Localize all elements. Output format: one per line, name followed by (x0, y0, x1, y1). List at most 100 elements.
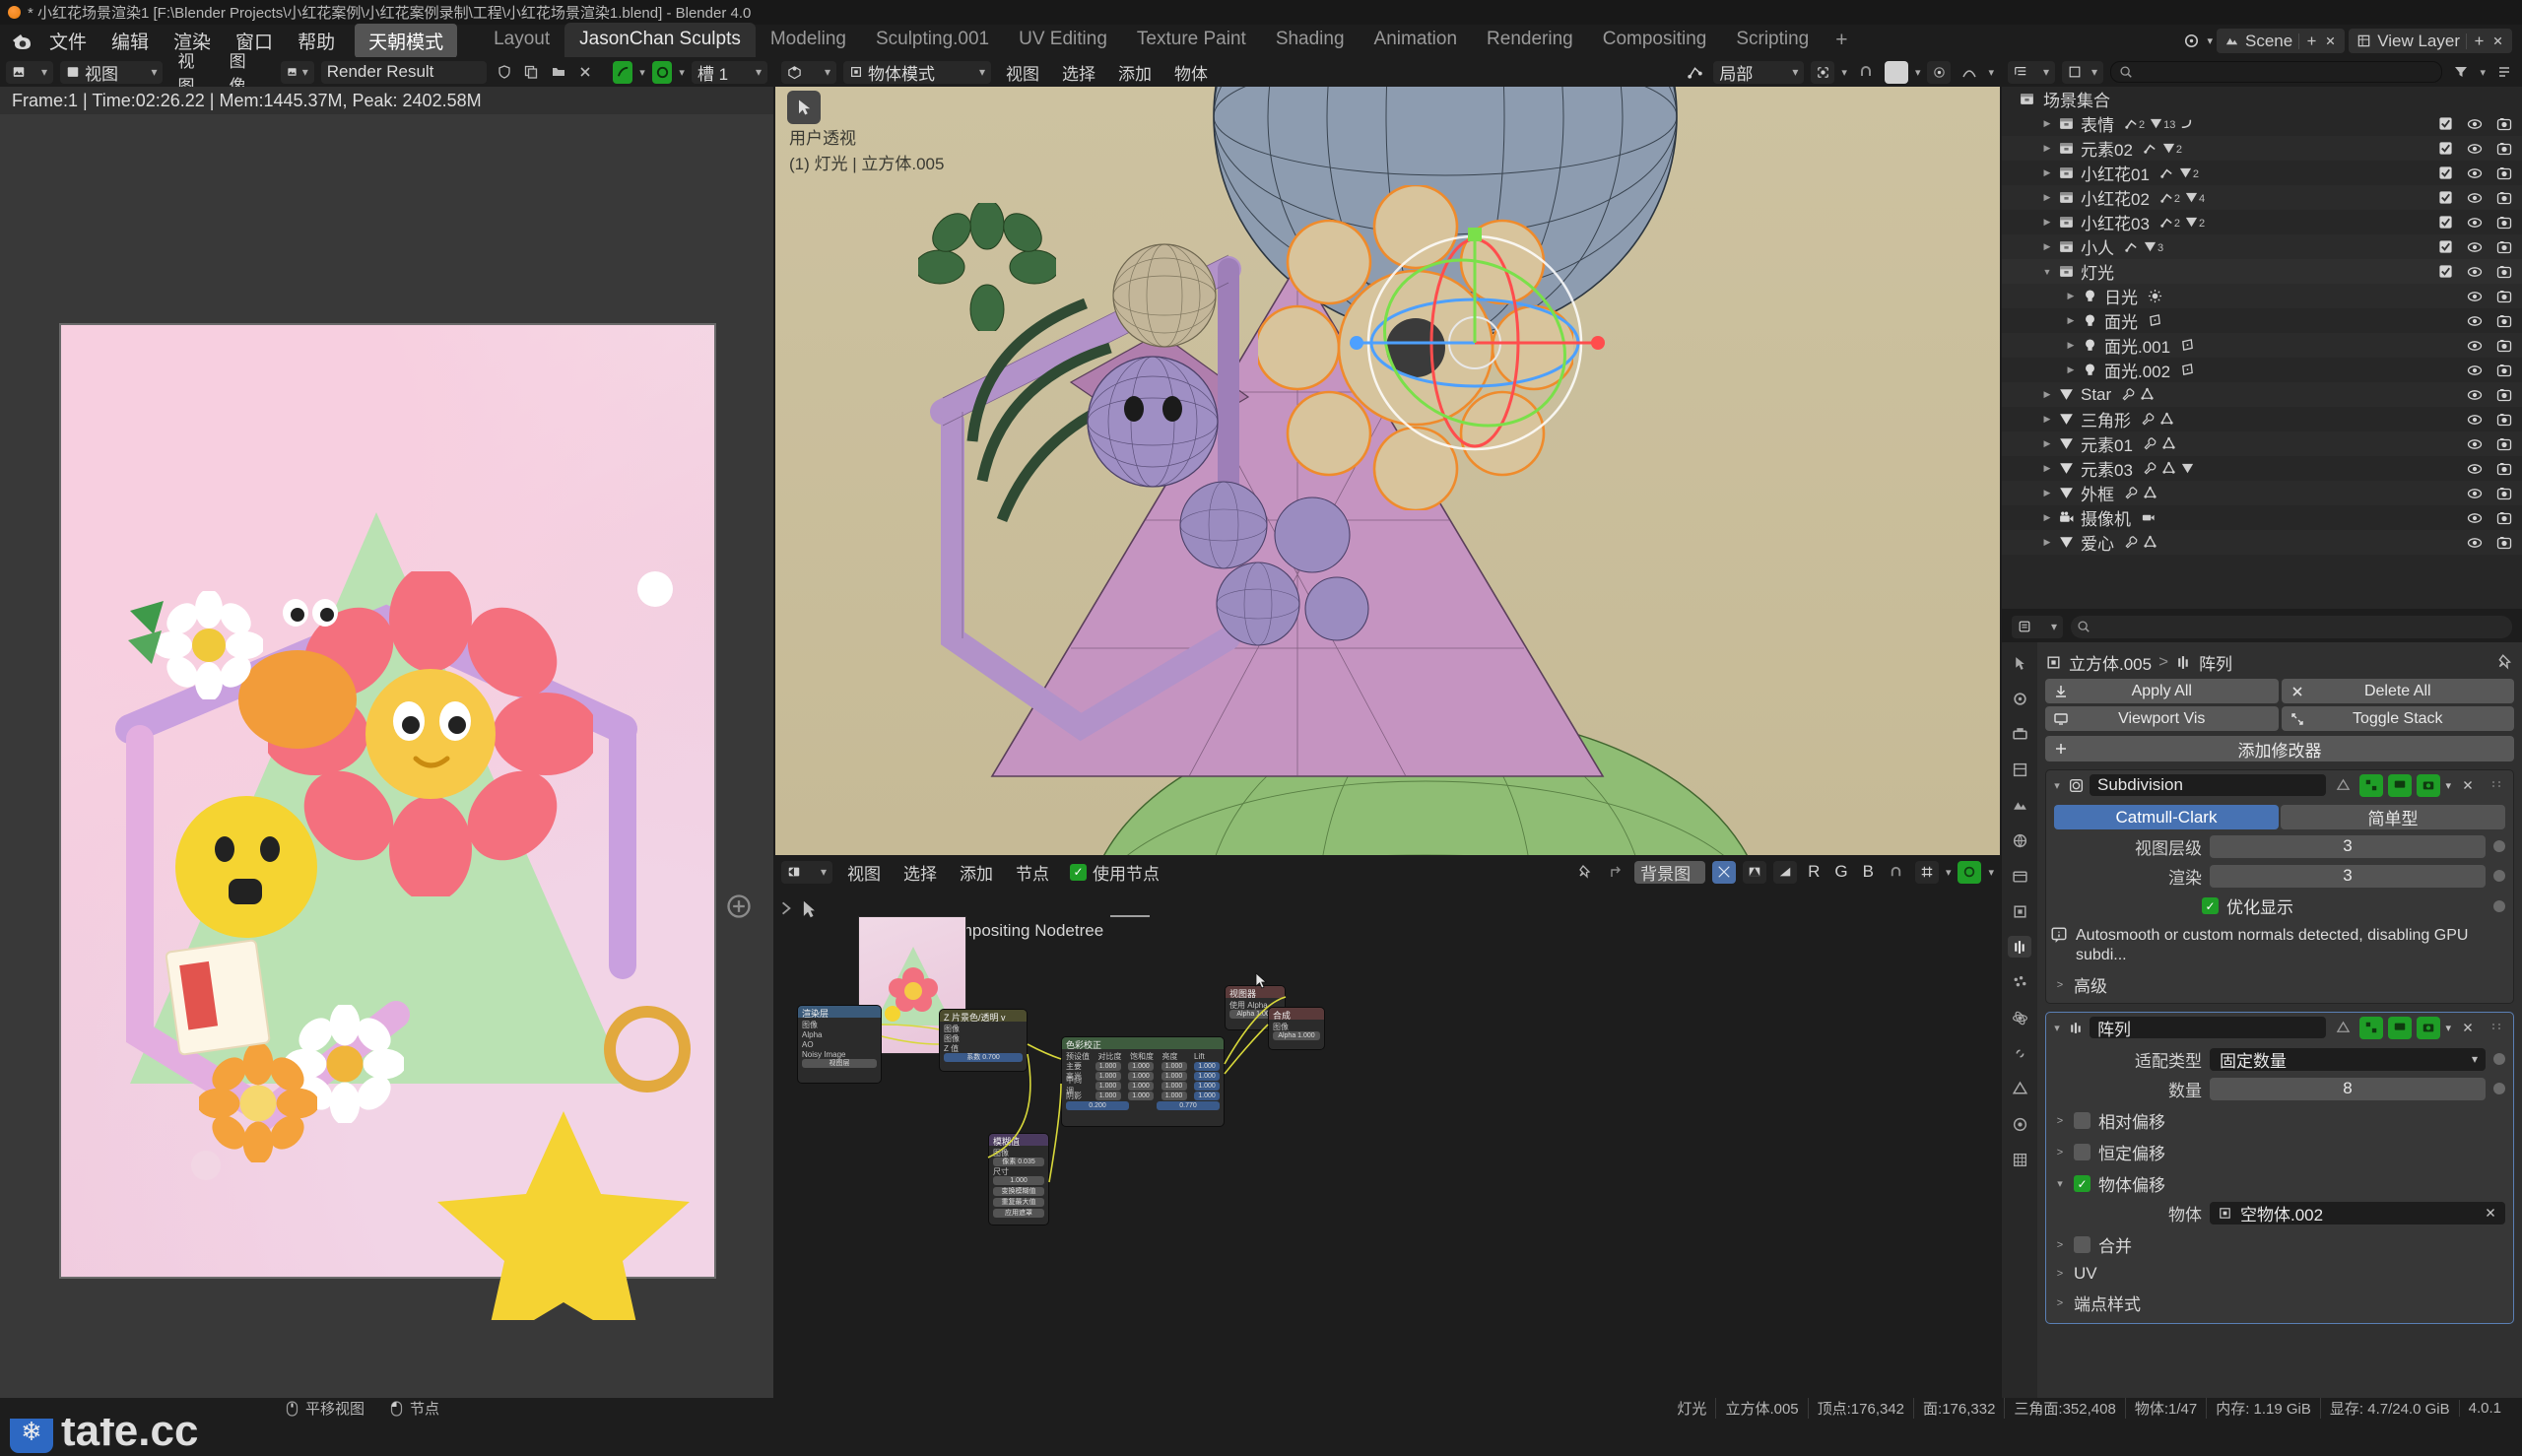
delete-modifier-icon[interactable] (2456, 774, 2480, 797)
chevron-down-icon[interactable]: ▾ (1988, 66, 1994, 79)
merge-checkbox-icon[interactable] (2074, 1236, 2091, 1253)
tab-data[interactable] (2008, 1078, 2031, 1099)
image-name-field[interactable]: Render Result (320, 60, 488, 84)
editor-type-selector-outliner[interactable]: ▾ (2008, 60, 2055, 84)
clear-object-icon[interactable] (2484, 1206, 2497, 1220)
image-browse-selector[interactable]: ▾ (280, 60, 314, 84)
tab-physics[interactable] (2008, 1007, 2031, 1028)
badge-meshdata-icon[interactable] (2159, 412, 2174, 427)
delete-modifier-icon[interactable] (2456, 1017, 2480, 1039)
advanced-section[interactable]: > 高级 (2054, 972, 2505, 1003)
badge-meshdata-icon[interactable] (2143, 535, 2157, 550)
viewport-menu-view[interactable]: 视图 (998, 58, 1047, 87)
animate-property-icon[interactable] (2493, 1053, 2505, 1065)
snap-magnet-icon[interactable] (1854, 61, 1878, 84)
modifier-name[interactable]: 阵列 (2090, 1017, 2327, 1039)
delete-all-button[interactable]: Delete All (2281, 679, 2514, 703)
disable-in-render-icon[interactable] (2496, 116, 2512, 132)
render-levels-value[interactable]: 3 (2210, 864, 2486, 888)
badge-modifier-icon[interactable] (2124, 535, 2139, 550)
hide-in-viewport-icon[interactable] (2467, 239, 2483, 255)
apply-all-button[interactable]: Apply All (2045, 679, 2279, 703)
image-view-mode-selector[interactable]: 视图 ▾ (59, 60, 164, 84)
renderengine-icon[interactable] (2179, 30, 2203, 52)
editor-type-selector-3d[interactable]: ▾ (781, 60, 836, 84)
badge-armature-icon[interactable]: 2 (2124, 116, 2145, 131)
hide-in-viewport-icon[interactable] (2467, 412, 2483, 428)
workspace-tab-shading[interactable]: Shading (1261, 23, 1360, 57)
badge-mesh-icon[interactable]: 2 (2161, 141, 2182, 156)
chevron-down-icon[interactable]: ▾ (1841, 66, 1847, 79)
tab-object[interactable] (2008, 900, 2031, 922)
realtime-display-icon[interactable] (2388, 773, 2413, 797)
add-workspace-button[interactable]: + (1824, 24, 1859, 57)
tab-view-layer[interactable] (2008, 759, 2031, 780)
chevron-right-icon[interactable]: ▶ (2063, 340, 2079, 351)
tab-collection[interactable] (2008, 865, 2031, 887)
viewport-menu-add[interactable]: 添加 (1110, 58, 1160, 87)
properties-search-field[interactable] (2071, 615, 2512, 638)
outliner-row-元素02[interactable]: ▶ 元素02 2 (2002, 136, 2522, 161)
interaction-mode-selector[interactable]: 物体模式 ▾ (843, 60, 991, 84)
editor-type-selector[interactable]: ▾ (6, 60, 53, 84)
constant-offset-section[interactable]: > 恒定偏移 (2054, 1140, 2505, 1164)
badge-armature-icon[interactable] (2159, 165, 2174, 180)
hide-in-viewport-icon[interactable] (2467, 141, 2483, 157)
menu-file[interactable]: 文件 (38, 25, 98, 57)
exclude-checkbox-icon[interactable] (2438, 141, 2453, 156)
chevron-down-icon[interactable]: ▾ (2480, 66, 2486, 79)
image-editor-canvas[interactable] (0, 114, 773, 1398)
chevron-down-icon[interactable]: ▼ (2039, 267, 2055, 277)
drag-handle-icon[interactable] (2485, 1017, 2508, 1039)
uv-section[interactable]: > UV (2054, 1264, 2505, 1284)
outliner-row-元素03[interactable]: ▶ 元素03 (2002, 456, 2522, 481)
chevron-right-icon[interactable]: ▶ (2039, 217, 2055, 228)
on-cage-icon[interactable] (2331, 774, 2355, 797)
open-image-icon[interactable] (549, 61, 569, 84)
backdrop-channel-color-icon[interactable] (1712, 860, 1737, 884)
exclude-checkbox-icon[interactable] (2438, 239, 2453, 254)
render-slot-selector[interactable]: 槽 1 ▾ (691, 60, 768, 84)
disable-in-render-icon[interactable] (2496, 338, 2512, 354)
badge-area-icon[interactable] (2180, 363, 2195, 377)
backdrop-button[interactable]: 背景图 (1634, 860, 1706, 884)
tab-particles[interactable] (2008, 971, 2031, 993)
chevron-right-icon[interactable]: ▶ (2039, 143, 2055, 154)
hide-in-viewport-icon[interactable] (2467, 313, 2483, 329)
outliner-row-灯光[interactable]: ▼ 灯光 (2002, 259, 2522, 284)
chevron-down-icon[interactable]: ▾ (1946, 866, 1952, 879)
workspace-tab-layout[interactable]: Layout (479, 23, 564, 57)
outliner-row-三角形[interactable]: ▶ 三角形 (2002, 407, 2522, 431)
falloff-curve-icon[interactable] (1958, 61, 1981, 84)
chevron-right-icon[interactable]: ▶ (2063, 315, 2079, 326)
chevron-right-icon[interactable]: ▶ (2039, 167, 2055, 178)
optimal-display-checkbox-icon[interactable]: ✓ (2202, 897, 2219, 914)
chevron-right-icon[interactable]: ▶ (2039, 192, 2055, 203)
workspace-tab-jasonchan-sculpts[interactable]: JasonChan Sculpts (564, 23, 756, 57)
disable-in-render-icon[interactable] (2496, 461, 2512, 477)
badge-sun-icon[interactable] (2148, 289, 2162, 303)
badge-area-icon[interactable] (2148, 313, 2162, 328)
disable-in-render-icon[interactable] (2496, 535, 2512, 551)
hide-in-viewport-icon[interactable] (2467, 289, 2483, 304)
badge-meshdata-icon[interactable] (2161, 461, 2176, 476)
image-zoom-widget-icon[interactable] (725, 893, 753, 920)
badge-armature-icon[interactable] (2143, 141, 2157, 156)
exclude-checkbox-icon[interactable] (2438, 165, 2453, 180)
outliner-row-小红花02[interactable]: ▶ 小红花02 2 4 (2002, 185, 2522, 210)
chevron-down-icon[interactable]: ▾ (2207, 34, 2213, 47)
viewport-menu-object[interactable]: 物体 (1166, 58, 1216, 87)
image-alpha-mode-icon[interactable] (651, 60, 673, 84)
channel-r[interactable]: R (1804, 862, 1824, 882)
outliner-row-外框[interactable]: ▶ 外框 (2002, 481, 2522, 505)
disable-in-render-icon[interactable] (2496, 141, 2512, 157)
render-display-icon[interactable] (2417, 773, 2441, 797)
disable-in-render-icon[interactable] (2496, 215, 2512, 231)
caps-section[interactable]: > 端点样式 (2054, 1291, 2505, 1323)
catmull-clark-button[interactable]: Catmull-Clark (2054, 805, 2279, 829)
editor-type-selector-properties[interactable]: ▾ (2012, 615, 2063, 638)
on-cage-icon[interactable] (2331, 1017, 2355, 1039)
breadcrumb-modifier[interactable]: 阵列 (2199, 650, 2232, 675)
badge-modifier-icon[interactable] (2121, 387, 2136, 402)
expand-icon[interactable]: ▾ (2051, 1022, 2063, 1034)
